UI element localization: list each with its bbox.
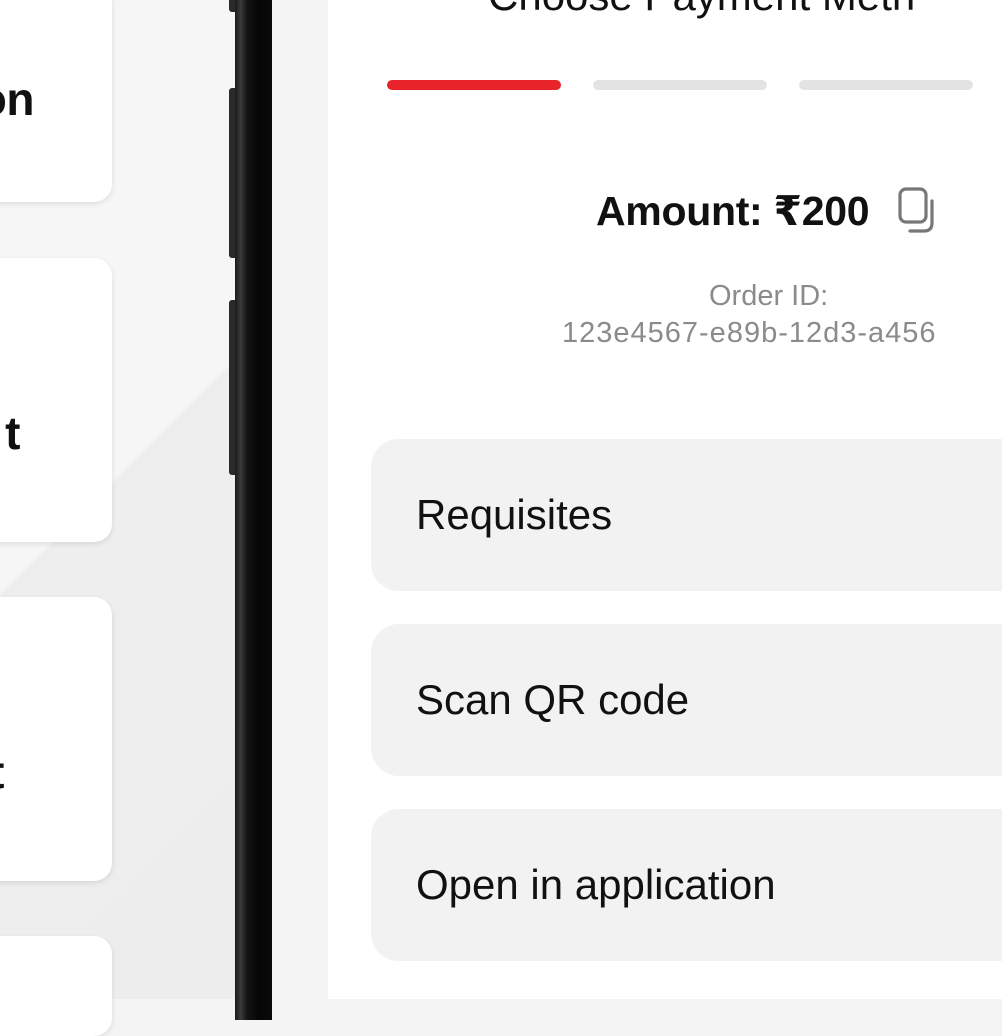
order-id-label: Order ID: [709,280,829,312]
payment-method-scan-qr[interactable]: Scan QR code [371,624,1002,776]
page-title: Choose Payment Meth [488,0,915,20]
payment-method-label: Requisites [416,491,613,538]
background-card-text: t [5,407,20,459]
phone-frame [235,0,275,1020]
progress-step-2 [593,80,767,90]
order-id-value: 123e4567-e89b-12d3-a456 [562,317,937,349]
copy-icon[interactable] [897,186,941,236]
amount-row: Amount: ₹200 [596,186,941,236]
progress-step-3 [799,80,973,90]
amount-label: Amount: ₹200 [596,188,870,234]
background-card-text: on [0,73,35,125]
background-card: t [0,258,112,542]
payment-method-requisites[interactable]: Requisites [371,439,1002,591]
background-card: on [0,0,112,202]
background-card: t [0,597,112,881]
background-card-text: t [0,745,4,799]
progress-step-1 [387,80,561,90]
payment-method-label: Open in application [416,861,776,908]
phone-bezel [272,0,328,1020]
payment-screen: Choose Payment Meth Amount: ₹200 Order I… [328,0,1002,999]
payment-method-label: Scan QR code [416,676,690,723]
background-card [0,936,112,1036]
payment-method-open-app[interactable]: Open in application [371,809,1002,961]
